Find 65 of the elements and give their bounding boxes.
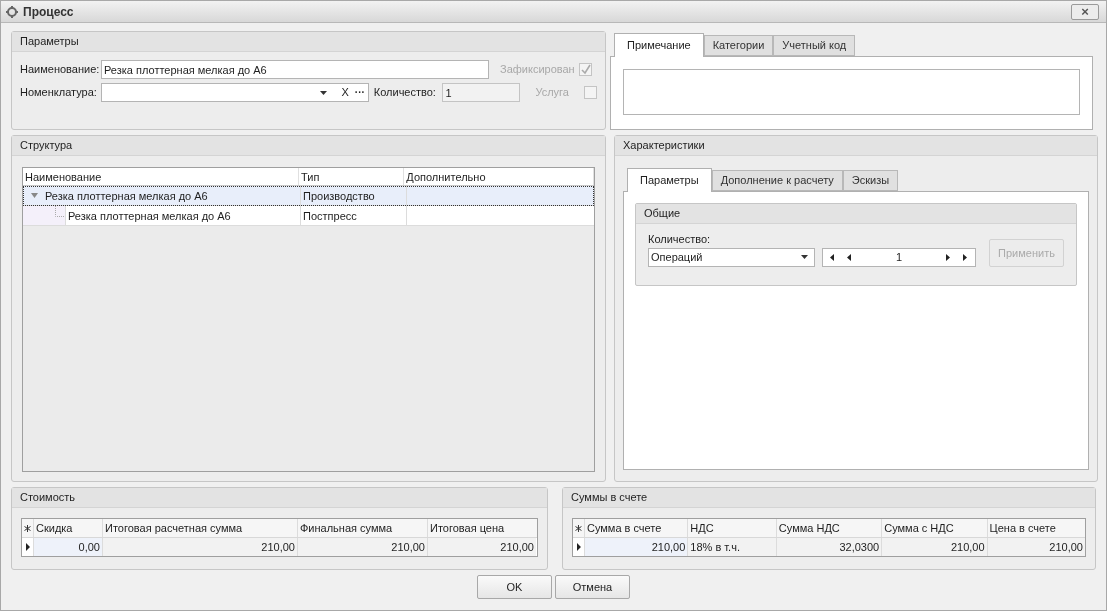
table-cell: 0,00 (33, 538, 102, 556)
tab[interactable]: Учетный код (773, 35, 856, 56)
table-cell: 210,00 (427, 538, 536, 556)
table-cell: 210,00 (297, 538, 427, 556)
dropdown-value: Операций (651, 249, 703, 265)
column-header[interactable]: Итоговая расчетная сумма (102, 519, 297, 537)
tree-cell: Резка плоттерная мелкая до А6 (65, 206, 300, 225)
field-label: Количество: (648, 232, 712, 247)
column-header[interactable]: Цена в счете (986, 519, 1085, 537)
dialog-button[interactable]: OK (477, 575, 552, 599)
dropdown-arrow-icon (801, 255, 808, 259)
column-header[interactable]: Итоговая цена (427, 519, 536, 537)
ellipsis-button[interactable]: ··· (354, 85, 365, 100)
column-header[interactable]: Сумма в счете (583, 519, 688, 537)
field-label: Номенклатура: (20, 85, 98, 101)
tree-cell-text: Резка плоттерная мелкая до А6 (45, 188, 208, 204)
checkbox-label: Зафиксирован (500, 62, 576, 78)
tree-line-icon (55, 206, 65, 217)
gear-icon (5, 4, 19, 19)
close-button[interactable]: × (1071, 3, 1099, 20)
table-cell: 210,00 (986, 538, 1085, 556)
spinner-field[interactable]: 1 (822, 247, 976, 267)
table-cell: 210,00 (102, 538, 297, 556)
tab[interactable]: Примечание (614, 33, 704, 57)
nomenclature-combobox[interactable]: X ··· (100, 83, 369, 102)
column-header[interactable]: Скидка (33, 519, 102, 537)
window-title: Процесс (23, 3, 75, 21)
column-header[interactable]: Дополнительно (404, 168, 594, 185)
tree-row[interactable]: Резка плоттерная мелкая до А6 Постпресс (23, 206, 594, 226)
name-input[interactable]: Резка плоттерная мелкая до А6 (101, 60, 489, 79)
tree-row[interactable]: Резка плоттерная мелкая до А6 Производство (23, 186, 594, 206)
previous-arrows-icon (830, 253, 852, 261)
column-header[interactable]: Наименование (23, 168, 300, 185)
table-cell: 32,0300 (775, 538, 882, 556)
panel-title: Суммы в счете (563, 488, 1095, 508)
quantity-input[interactable]: 1 (442, 83, 521, 102)
clear-button[interactable]: X (341, 84, 349, 101)
table-cell: Производство (301, 186, 407, 205)
column-header[interactable]: НДС (687, 519, 776, 537)
table-cell: 210,00 (583, 538, 688, 556)
checkbox-label: Услуга (535, 85, 570, 101)
column-header[interactable]: Сумма с НДС (881, 519, 987, 537)
note-field[interactable] (623, 69, 1080, 115)
tab[interactable]: Эскизы (842, 170, 899, 191)
unit-dropdown[interactable]: Операций (648, 247, 815, 267)
panel-title: Характеристики (615, 136, 1097, 156)
table-cell: Постпресс (301, 206, 407, 225)
column-header[interactable]: Сумма НДС (775, 519, 882, 537)
panel-title: Стоимость (12, 488, 547, 508)
panel-title: Параметры (12, 32, 605, 52)
dropdown-arrow-icon (320, 90, 328, 95)
field-label: Наименование: (20, 62, 98, 78)
table-cell: 210,00 (881, 538, 987, 556)
field-label: Количество: (373, 85, 437, 101)
dialog-button[interactable]: Отмена (555, 575, 630, 599)
spinner-value: 1 (895, 249, 903, 265)
panel-title: Общие (636, 204, 1076, 224)
column-header[interactable]: Финальная сумма (297, 519, 427, 537)
table-cell: 18% в т.ч. (687, 538, 776, 556)
tab[interactable]: Категории (703, 35, 774, 56)
next-arrows-icon (946, 253, 968, 261)
tab[interactable]: Дополнение к расчету (711, 170, 843, 191)
column-header[interactable]: Тип (299, 168, 405, 185)
panel-title: Структура (12, 136, 605, 156)
tab[interactable]: Параметры (627, 168, 712, 192)
